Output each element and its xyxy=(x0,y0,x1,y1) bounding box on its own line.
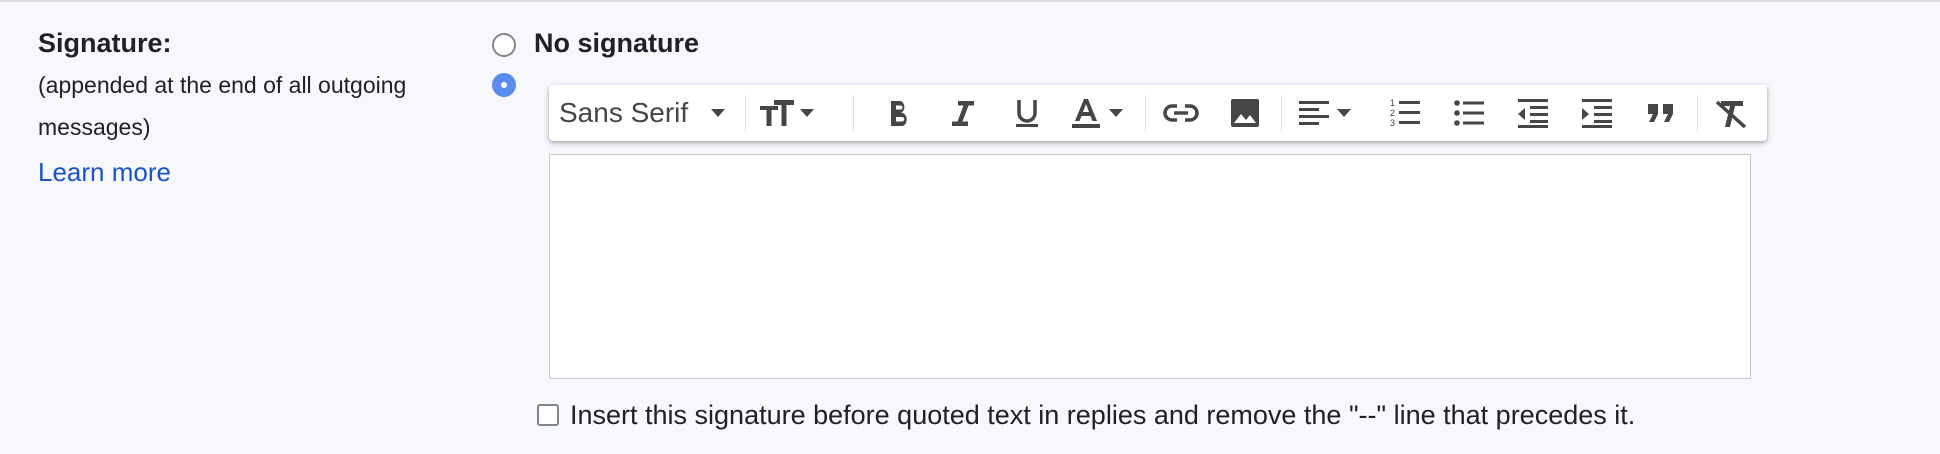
toolbar-separator xyxy=(1281,95,1282,131)
font-family-select[interactable]: Sans Serif xyxy=(559,85,734,141)
remove-formatting-button[interactable] xyxy=(1701,85,1761,141)
insert-link-button[interactable] xyxy=(1151,85,1211,141)
insert-image-button[interactable] xyxy=(1215,85,1275,141)
signature-label-column: Signature: (appended at the end of all o… xyxy=(38,24,458,192)
formatting-toolbar: Sans Serif 1 2 3 xyxy=(549,85,1767,141)
svg-text:3: 3 xyxy=(1390,118,1395,128)
indent-more-icon xyxy=(1582,99,1612,128)
no-signature-radio[interactable] xyxy=(492,33,516,57)
custom-signature-radio[interactable] xyxy=(492,73,516,97)
underline-button[interactable] xyxy=(997,85,1057,141)
text-color-icon xyxy=(1072,99,1123,128)
remove-formatting-icon xyxy=(1715,100,1747,129)
image-icon xyxy=(1231,99,1259,127)
chevron-down-icon xyxy=(711,109,725,117)
section-divider xyxy=(0,0,1940,2)
no-signature-label[interactable]: No signature xyxy=(534,24,699,62)
bold-button[interactable] xyxy=(869,85,929,141)
text-color-button[interactable] xyxy=(1061,85,1141,141)
indent-less-icon xyxy=(1518,99,1548,128)
insert-before-quoted-label[interactable]: Insert this signature before quoted text… xyxy=(570,397,1635,433)
quote-icon xyxy=(1648,104,1673,122)
indent-more-button[interactable] xyxy=(1567,85,1627,141)
svg-text:2: 2 xyxy=(1390,108,1395,118)
signature-title: Signature: xyxy=(38,28,172,58)
insert-before-quoted-checkbox[interactable] xyxy=(537,404,559,426)
italic-icon xyxy=(952,101,974,126)
align-left-icon xyxy=(1299,101,1351,125)
svg-text:1: 1 xyxy=(1390,98,1395,108)
font-size-icon xyxy=(760,100,814,126)
numbered-list-icon: 1 2 3 xyxy=(1390,98,1420,128)
quote-button[interactable] xyxy=(1631,85,1691,141)
bulleted-list-icon xyxy=(1454,100,1484,126)
signature-editor[interactable] xyxy=(549,154,1751,379)
signature-description: (appended at the end of all outgoing mes… xyxy=(38,72,407,140)
toolbar-separator xyxy=(853,95,854,131)
toolbar-separator xyxy=(745,95,746,131)
indent-less-button[interactable] xyxy=(1503,85,1563,141)
align-button[interactable] xyxy=(1289,85,1369,141)
font-size-button[interactable] xyxy=(749,85,827,141)
italic-button[interactable] xyxy=(933,85,993,141)
numbered-list-button[interactable]: 1 2 3 xyxy=(1375,85,1435,141)
underline-icon xyxy=(1016,100,1038,127)
font-family-value: Sans Serif xyxy=(559,97,689,128)
bulleted-list-button[interactable] xyxy=(1439,85,1499,141)
toolbar-separator xyxy=(1145,95,1146,131)
toolbar-separator xyxy=(1697,95,1698,131)
link-icon xyxy=(1163,104,1199,122)
learn-more-link[interactable]: Learn more xyxy=(38,152,171,192)
bold-icon xyxy=(891,101,907,126)
